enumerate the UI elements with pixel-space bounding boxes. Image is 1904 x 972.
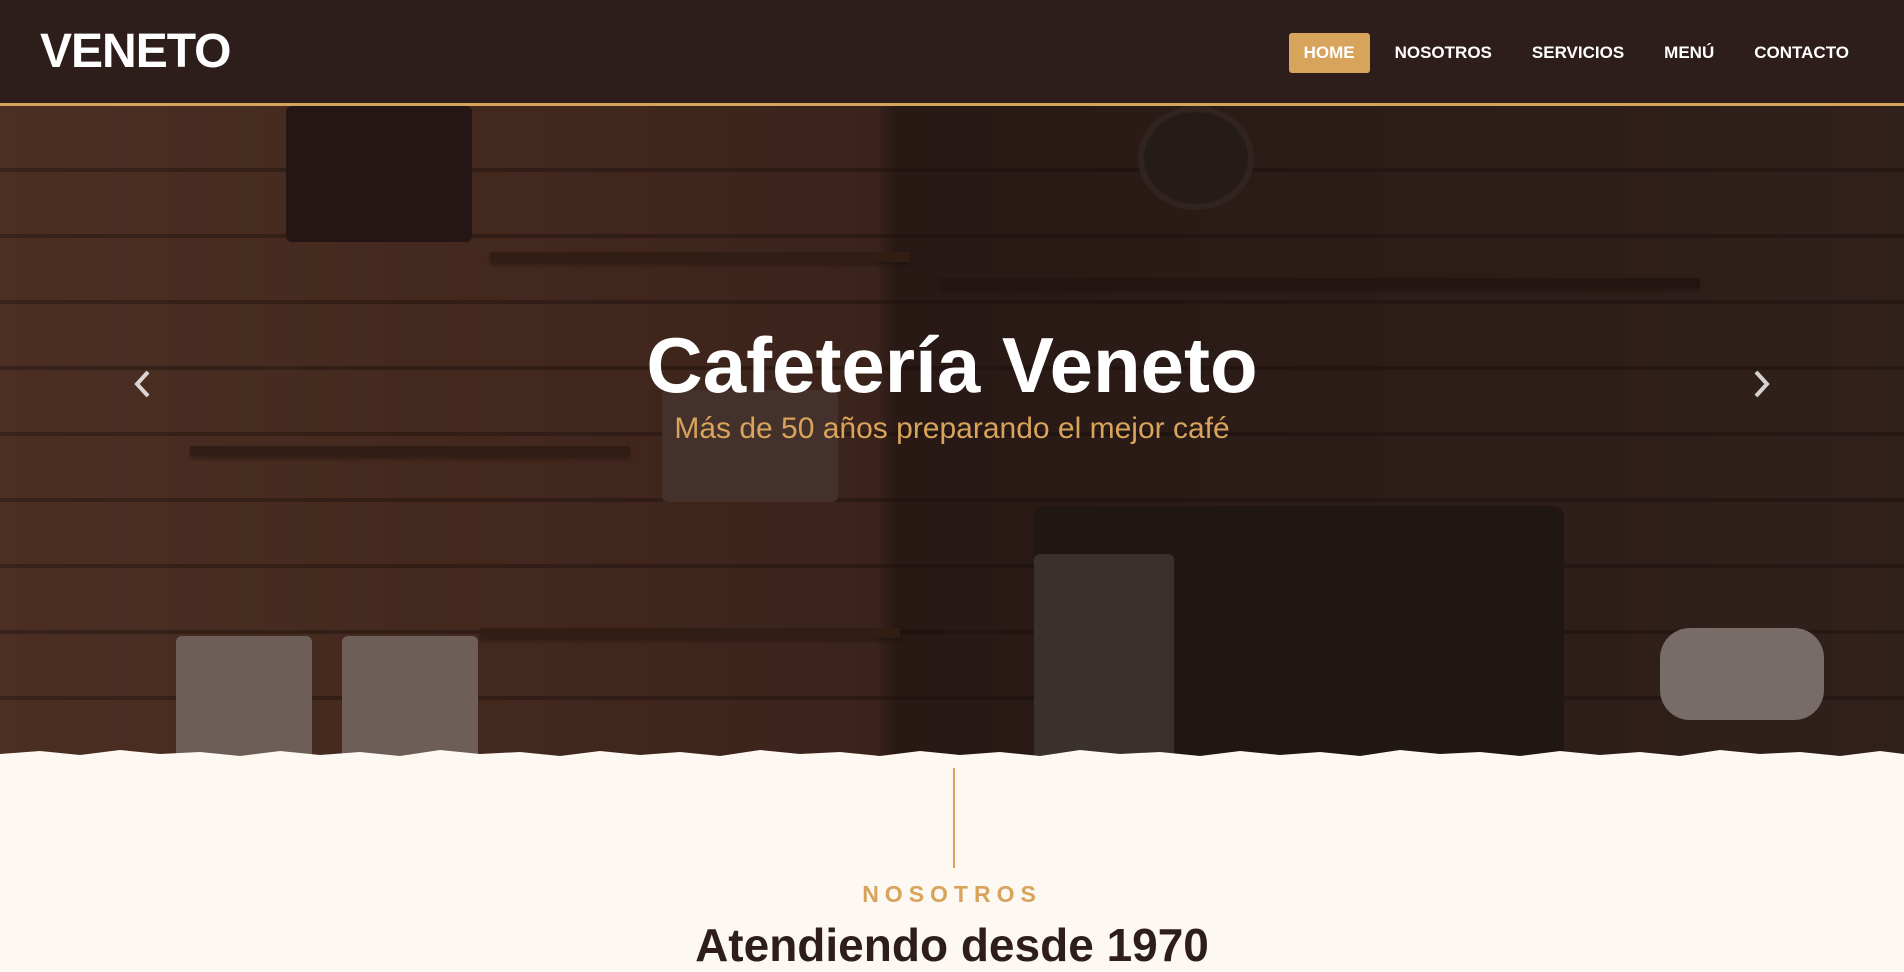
nav-item-nosotros[interactable]: NOSOTROS <box>1380 33 1507 73</box>
nav-item-contacto[interactable]: CONTACTO <box>1739 33 1864 73</box>
divider-line <box>953 768 955 868</box>
hero-carousel: Cafetería Veneto Más de 50 años preparan… <box>0 106 1904 762</box>
nav-item-servicios[interactable]: SERVICIOS <box>1517 33 1639 73</box>
hero-title: Cafetería Veneto <box>646 321 1258 409</box>
navbar: VENETO HOME NOSOTROS SERVICIOS MENÚ CONT… <box>0 0 1904 106</box>
section-title: Atendiendo desde 1970 <box>695 919 1209 971</box>
nav-item-home[interactable]: HOME <box>1288 33 1370 73</box>
about-section: NOSOTROS Atendiendo desde 1970 <box>0 762 1904 971</box>
torn-paper-edge <box>0 750 1904 762</box>
section-eyebrow: NOSOTROS <box>862 881 1042 907</box>
nav-item-menu[interactable]: MENÚ <box>1649 33 1729 73</box>
hero-subtitle: Más de 50 años preparando el mejor café <box>674 412 1230 445</box>
main-nav: HOME NOSOTROS SERVICIOS MENÚ CONTACTO <box>1279 33 1864 73</box>
brand-logo[interactable]: VENETO <box>40 24 231 79</box>
chevron-left-icon[interactable] <box>132 366 154 406</box>
chevron-right-icon[interactable] <box>1750 366 1772 406</box>
